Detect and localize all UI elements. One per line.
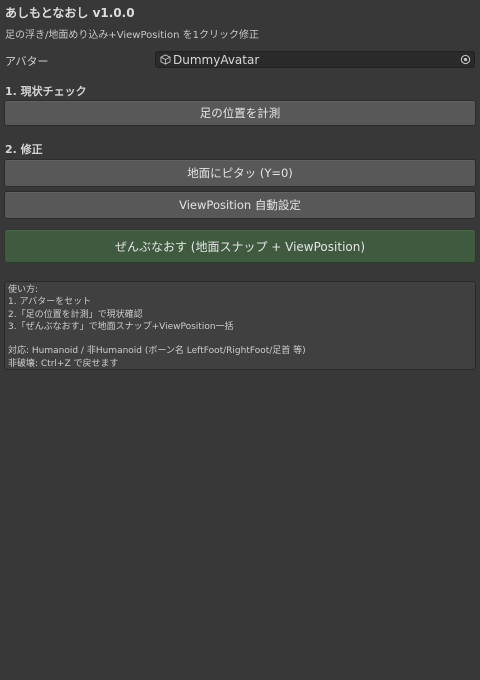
window-subtitle: 足の浮き/地面めり込み+ViewPosition を1クリック修正 [5, 30, 259, 41]
avatar-object-field[interactable]: DummyAvatar [155, 51, 475, 68]
fix-all-button[interactable]: ぜんぶなおす (地面スナップ + ViewPosition) [4, 229, 476, 263]
measure-feet-button[interactable]: 足の位置を計測 [4, 100, 476, 126]
section-header-fix: 2. 修正 [5, 143, 43, 156]
cube-icon [158, 53, 172, 67]
help-line [8, 333, 472, 345]
help-line: 対応: Humanoid / 非Humanoid (ボーン名 LeftFoot/… [8, 346, 306, 357]
viewposition-auto-button[interactable]: ViewPosition 自動設定 [4, 191, 476, 219]
help-line: 使い方: [8, 285, 39, 295]
avatar-field-value: DummyAvatar [173, 52, 260, 67]
object-picker-icon[interactable] [459, 53, 472, 66]
help-box: 使い方: 1. アバターをセット 2.「足の位置を計測」で現状確認 3.「ぜんぶ… [4, 281, 476, 370]
help-line: 2.「足の位置を計測」で現状確認 [8, 309, 143, 320]
help-line: 1. アバターをセット [8, 297, 92, 308]
help-line: 非破壊: Ctrl+Z で戻せます [8, 358, 119, 369]
help-line: 3.「ぜんぶなおす」で地面スナップ+ViewPosition一括 [8, 321, 234, 332]
ground-snap-button[interactable]: 地面にピタッ (Y=0) [4, 159, 476, 187]
avatar-field-label: アバター [5, 55, 49, 68]
section-header-check: 1. 現状チェック [5, 85, 87, 98]
window-title: あしもとなおし v1.0.0 [5, 6, 135, 20]
